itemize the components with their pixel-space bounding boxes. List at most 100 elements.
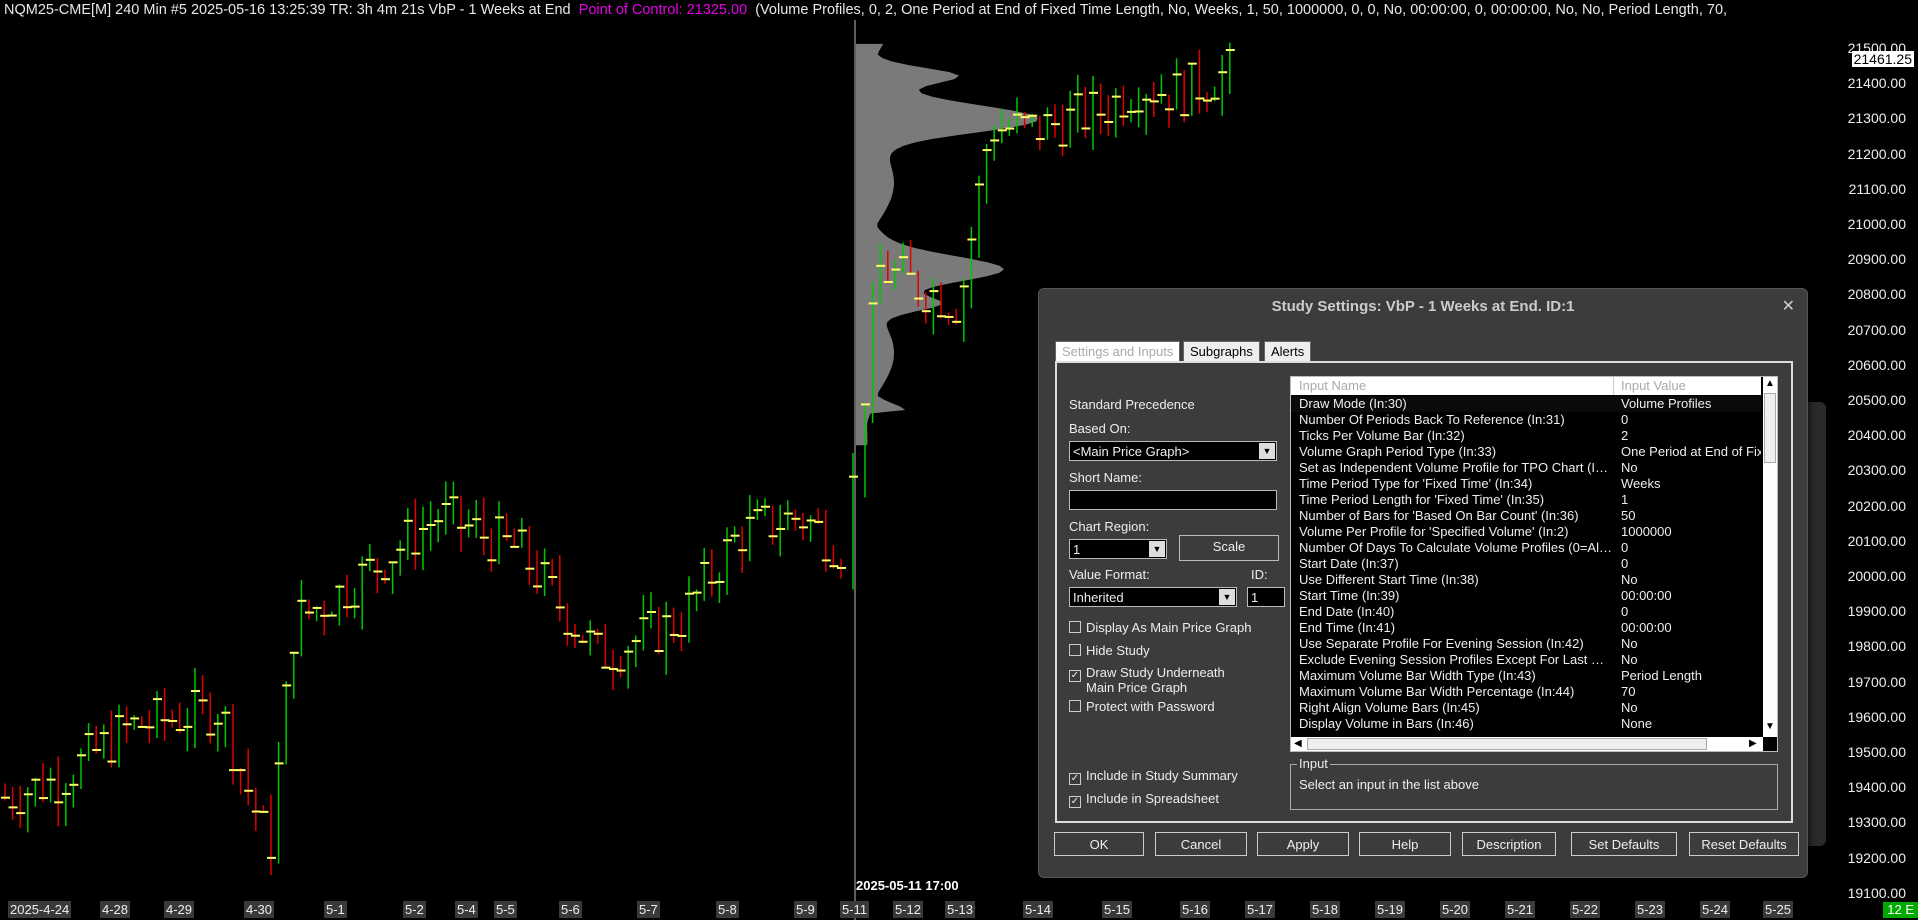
input-value[interactable]: 50 [1621, 508, 1761, 523]
value-format-select[interactable]: Inherited ▼ [1069, 587, 1237, 607]
scale-button[interactable]: Scale [1179, 535, 1279, 561]
checkbox-bottom-1[interactable]: ✓ Include in Spreadsheet [1069, 791, 1219, 808]
table-row[interactable]: Start Time (In:39) 00:00:00 [1291, 588, 1761, 604]
table-row[interactable]: Set as Independent Volume Profile for TP… [1291, 460, 1761, 476]
input-value[interactable]: Volume Profiles [1621, 396, 1761, 411]
help-button[interactable]: Help [1359, 832, 1451, 856]
reset-defaults-button[interactable]: Reset Defaults [1689, 832, 1799, 856]
short-name-input[interactable] [1069, 490, 1277, 510]
input-value[interactable]: 1000000 [1621, 524, 1761, 539]
chevron-right-icon[interactable]: ▶ [1749, 738, 1757, 749]
price-tick: 20300.00 [1847, 462, 1906, 479]
table-row[interactable]: Use Different Start Time (In:38) No [1291, 572, 1761, 588]
checkbox-3[interactable]: Protect with Password [1069, 699, 1215, 714]
time-tick: 5-16 [1180, 901, 1211, 918]
input-name: End Date (In:40) [1299, 604, 1395, 619]
chart-region-label: Chart Region: [1069, 519, 1150, 534]
table-row[interactable]: Use Separate Profile For Evening Session… [1291, 636, 1761, 652]
checkbox-box[interactable] [1069, 700, 1081, 712]
price-tick: 20100.00 [1847, 532, 1906, 549]
scroll-thumb[interactable] [1764, 393, 1776, 463]
table-row[interactable]: Number Of Periods Back To Reference (In:… [1291, 412, 1761, 428]
table-row[interactable]: Start Date (In:37) 0 [1291, 556, 1761, 572]
col-input-value[interactable]: Input Value [1621, 378, 1686, 393]
checkbox-2[interactable]: ✓ Draw Study Underneath Main Price Graph [1069, 665, 1225, 695]
input-name: Volume Per Profile for 'Specified Volume… [1299, 524, 1569, 539]
table-row[interactable]: End Time (In:41) 00:00:00 [1291, 620, 1761, 636]
input-value[interactable]: None [1621, 716, 1761, 731]
tab-subgraphs[interactable]: Subgraphs [1183, 341, 1260, 362]
table-row[interactable]: Volume Graph Period Type (In:33) One Peri… [1291, 444, 1761, 460]
input-value[interactable]: Period Length [1621, 668, 1761, 683]
ok-button[interactable]: OK [1054, 832, 1144, 856]
price-tick: 20500.00 [1847, 392, 1906, 408]
time-tick: 5-23 [1635, 901, 1666, 918]
input-value[interactable]: 0 [1621, 412, 1761, 427]
time-tick: 5-20 [1440, 901, 1471, 918]
tab-settings-and-inputs[interactable]: Settings and Inputs [1055, 341, 1181, 362]
input-value[interactable]: 00:00:00 [1621, 620, 1761, 635]
checkbox-box[interactable]: ✓ [1069, 670, 1081, 682]
table-row[interactable]: Draw Mode (In:30) Volume Profiles [1291, 396, 1761, 412]
description-button[interactable]: Description [1462, 832, 1556, 856]
checkbox-box[interactable] [1069, 621, 1081, 633]
table-row[interactable]: Maximum Volume Bar Width Type (In:43) Per… [1291, 668, 1761, 684]
input-value[interactable]: No [1621, 460, 1761, 475]
table-row[interactable]: Ticks Per Volume Bar (In:32) 2 [1291, 428, 1761, 444]
table-row[interactable]: Right Align Volume Bars (In:45) No [1291, 700, 1761, 716]
price-tick: 20900.00 [1847, 251, 1906, 268]
price-tick: 21200.00 [1847, 145, 1906, 162]
apply-button[interactable]: Apply [1257, 832, 1349, 856]
table-row[interactable]: Number of Bars for 'Based On Bar Count' … [1291, 508, 1761, 524]
input-value[interactable]: No [1621, 572, 1761, 587]
input-value[interactable]: Weeks [1621, 476, 1761, 491]
close-icon[interactable]: ✕ [1782, 289, 1795, 325]
checkbox-box[interactable]: ✓ [1069, 796, 1081, 808]
input-value[interactable]: 0 [1621, 604, 1761, 619]
input-value[interactable]: No [1621, 652, 1761, 667]
col-input-name[interactable]: Input Name [1299, 378, 1366, 393]
chevron-down-icon[interactable]: ▼ [1765, 721, 1775, 732]
table-row[interactable]: Time Period Type for 'Fixed Time' (In:34… [1291, 476, 1761, 492]
cancel-button[interactable]: Cancel [1155, 832, 1247, 856]
input-value[interactable]: 0 [1621, 556, 1761, 571]
chart-header: NQM25-CME[M] 240 Min #5 2025-05-16 13:25… [4, 2, 1727, 18]
table-row[interactable]: Exclude Evening Session Profiles Except … [1291, 652, 1761, 668]
table-row[interactable]: Maximum Volume Bar Width Percentage (In:… [1291, 684, 1761, 700]
input-value[interactable]: 0 [1621, 540, 1761, 555]
input-value[interactable]: One Period at End of Fixed [1621, 444, 1761, 459]
checkbox-bottom-0[interactable]: ✓ Include in Study Summary [1069, 768, 1238, 785]
table-row[interactable]: Number Of Days To Calculate Volume Profi… [1291, 540, 1761, 556]
inputs-grid[interactable]: Input Name Input Value Draw Mode (In:30)… [1290, 376, 1778, 752]
time-tick: 5-11 [840, 901, 870, 918]
input-value[interactable]: No [1621, 636, 1761, 651]
checkbox-0[interactable]: Display As Main Price Graph [1069, 620, 1251, 635]
table-row[interactable]: End Date (In:40) 0 [1291, 604, 1761, 620]
price-tick: 20600.00 [1847, 356, 1906, 373]
input-value[interactable]: 2 [1621, 428, 1761, 443]
table-row[interactable]: Time Period Length for 'Fixed Time' (In:… [1291, 492, 1761, 508]
checkbox-box[interactable]: ✓ [1069, 773, 1081, 785]
input-name: Use Separate Profile For Evening Session… [1299, 636, 1584, 651]
input-value[interactable]: 70 [1621, 684, 1761, 699]
horizontal-scrollbar[interactable]: ◀ ▶ [1291, 737, 1763, 751]
tab-alerts[interactable]: Alerts [1264, 341, 1312, 362]
chevron-left-icon[interactable]: ◀ [1294, 738, 1302, 749]
chart-region-select[interactable]: 1 ▼ [1069, 539, 1167, 559]
input-name: Display Volume in Bars (In:46) [1299, 716, 1474, 731]
time-tick: 5-15 [1102, 901, 1133, 918]
chevron-up-icon[interactable]: ▲ [1765, 378, 1775, 389]
table-row[interactable]: Display Volume in Bars (In:46) None [1291, 716, 1761, 732]
scroll-thumb[interactable] [1307, 738, 1707, 750]
vertical-scrollbar[interactable]: ▲ ▼ [1763, 377, 1777, 737]
set-defaults-button[interactable]: Set Defaults [1571, 832, 1677, 856]
input-value[interactable]: 1 [1621, 492, 1761, 507]
input-value[interactable]: 00:00:00 [1621, 588, 1761, 603]
id-input[interactable]: 1 [1247, 587, 1285, 607]
price-tick: 19900.00 [1847, 603, 1906, 620]
table-row[interactable]: Volume Per Profile for 'Specified Volume… [1291, 524, 1761, 540]
checkbox-1[interactable]: Hide Study [1069, 643, 1150, 658]
based-on-select[interactable]: <Main Price Graph> ▼ [1069, 441, 1277, 461]
checkbox-box[interactable] [1069, 644, 1081, 656]
input-value[interactable]: No [1621, 700, 1761, 715]
